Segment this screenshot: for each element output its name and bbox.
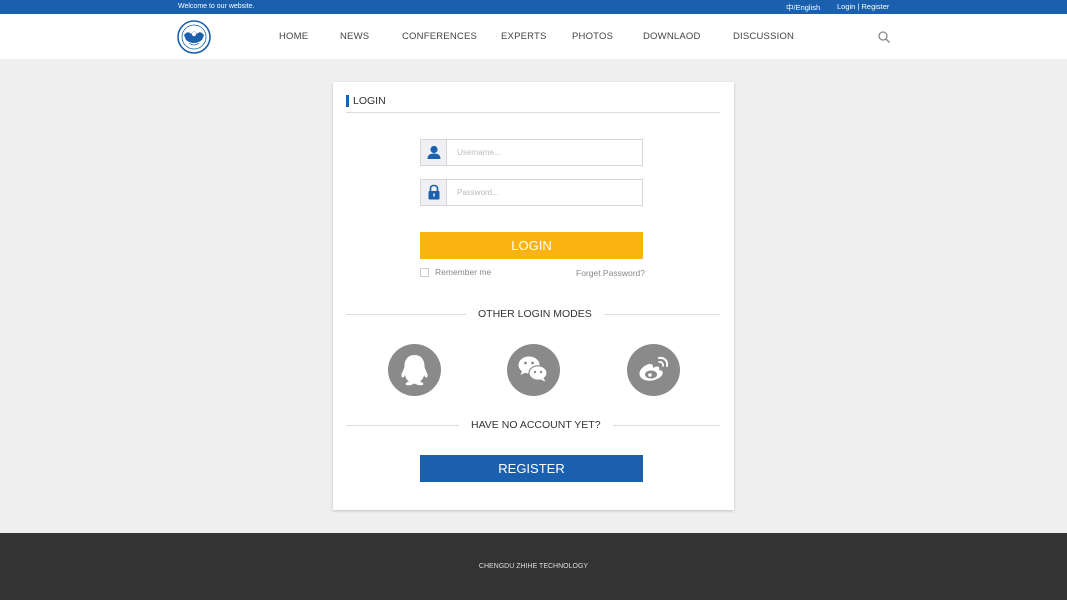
footer: CHENGDU ZHIHE TECHNOLOGY	[0, 533, 1067, 600]
user-icon	[421, 140, 447, 165]
qq-login-button[interactable]	[388, 344, 441, 396]
remember-me[interactable]: Remember me	[420, 267, 491, 277]
username-input[interactable]	[448, 140, 642, 165]
main-navbar: HOME NEWS CONFERENCES EXPERTS PHOTOS DOW…	[0, 14, 1067, 59]
wechat-login-button[interactable]	[507, 344, 560, 396]
lock-icon	[421, 180, 447, 205]
nav-discussion[interactable]: DISCUSSION	[733, 31, 794, 42]
search-icon[interactable]	[877, 30, 891, 44]
weibo-login-button[interactable]	[627, 344, 680, 396]
remember-checkbox[interactable]	[420, 267, 429, 277]
username-field	[420, 139, 643, 166]
forgot-password-link[interactable]: Forget Password?	[576, 268, 645, 278]
welcome-text: Welcome to our website.	[178, 3, 255, 10]
nav-download[interactable]: DOWNLAOD	[643, 31, 701, 42]
qq-icon	[401, 355, 428, 386]
login-button[interactable]: LOGIN	[420, 232, 643, 259]
top-login-link[interactable]: Login	[837, 2, 855, 11]
nav-experts[interactable]: EXPERTS	[501, 31, 547, 42]
nav-news[interactable]: NEWS	[340, 31, 369, 42]
top-register-link[interactable]: Register	[862, 2, 890, 11]
password-input[interactable]	[448, 180, 642, 205]
register-button[interactable]: REGISTER	[420, 455, 643, 482]
nav-home[interactable]: HOME	[279, 31, 308, 42]
nav-conferences[interactable]: CONFERENCES	[402, 31, 477, 42]
login-title: LOGIN	[346, 95, 720, 113]
nav-photos[interactable]: PHOTOS	[572, 31, 613, 42]
logo-icon[interactable]	[177, 20, 211, 54]
no-account-heading: HAVE NO ACCOUNT YET?	[459, 419, 613, 431]
top-bar: Welcome to our website. 中/English Login …	[0, 0, 1067, 14]
auth-links: Login | Register	[837, 2, 889, 11]
language-switch[interactable]: 中/English	[786, 2, 820, 13]
other-modes-heading: OTHER LOGIN MODES	[466, 308, 604, 320]
weibo-icon	[639, 356, 669, 381]
footer-text: CHENGDU ZHIHE TECHNOLOGY	[478, 563, 589, 570]
password-field	[420, 179, 643, 206]
auth-separator: |	[857, 2, 860, 11]
wechat-icon	[518, 356, 548, 382]
login-card: LOGIN LOGIN Remember me Forget Password?…	[333, 82, 734, 510]
remember-label: Remember me	[435, 267, 492, 277]
